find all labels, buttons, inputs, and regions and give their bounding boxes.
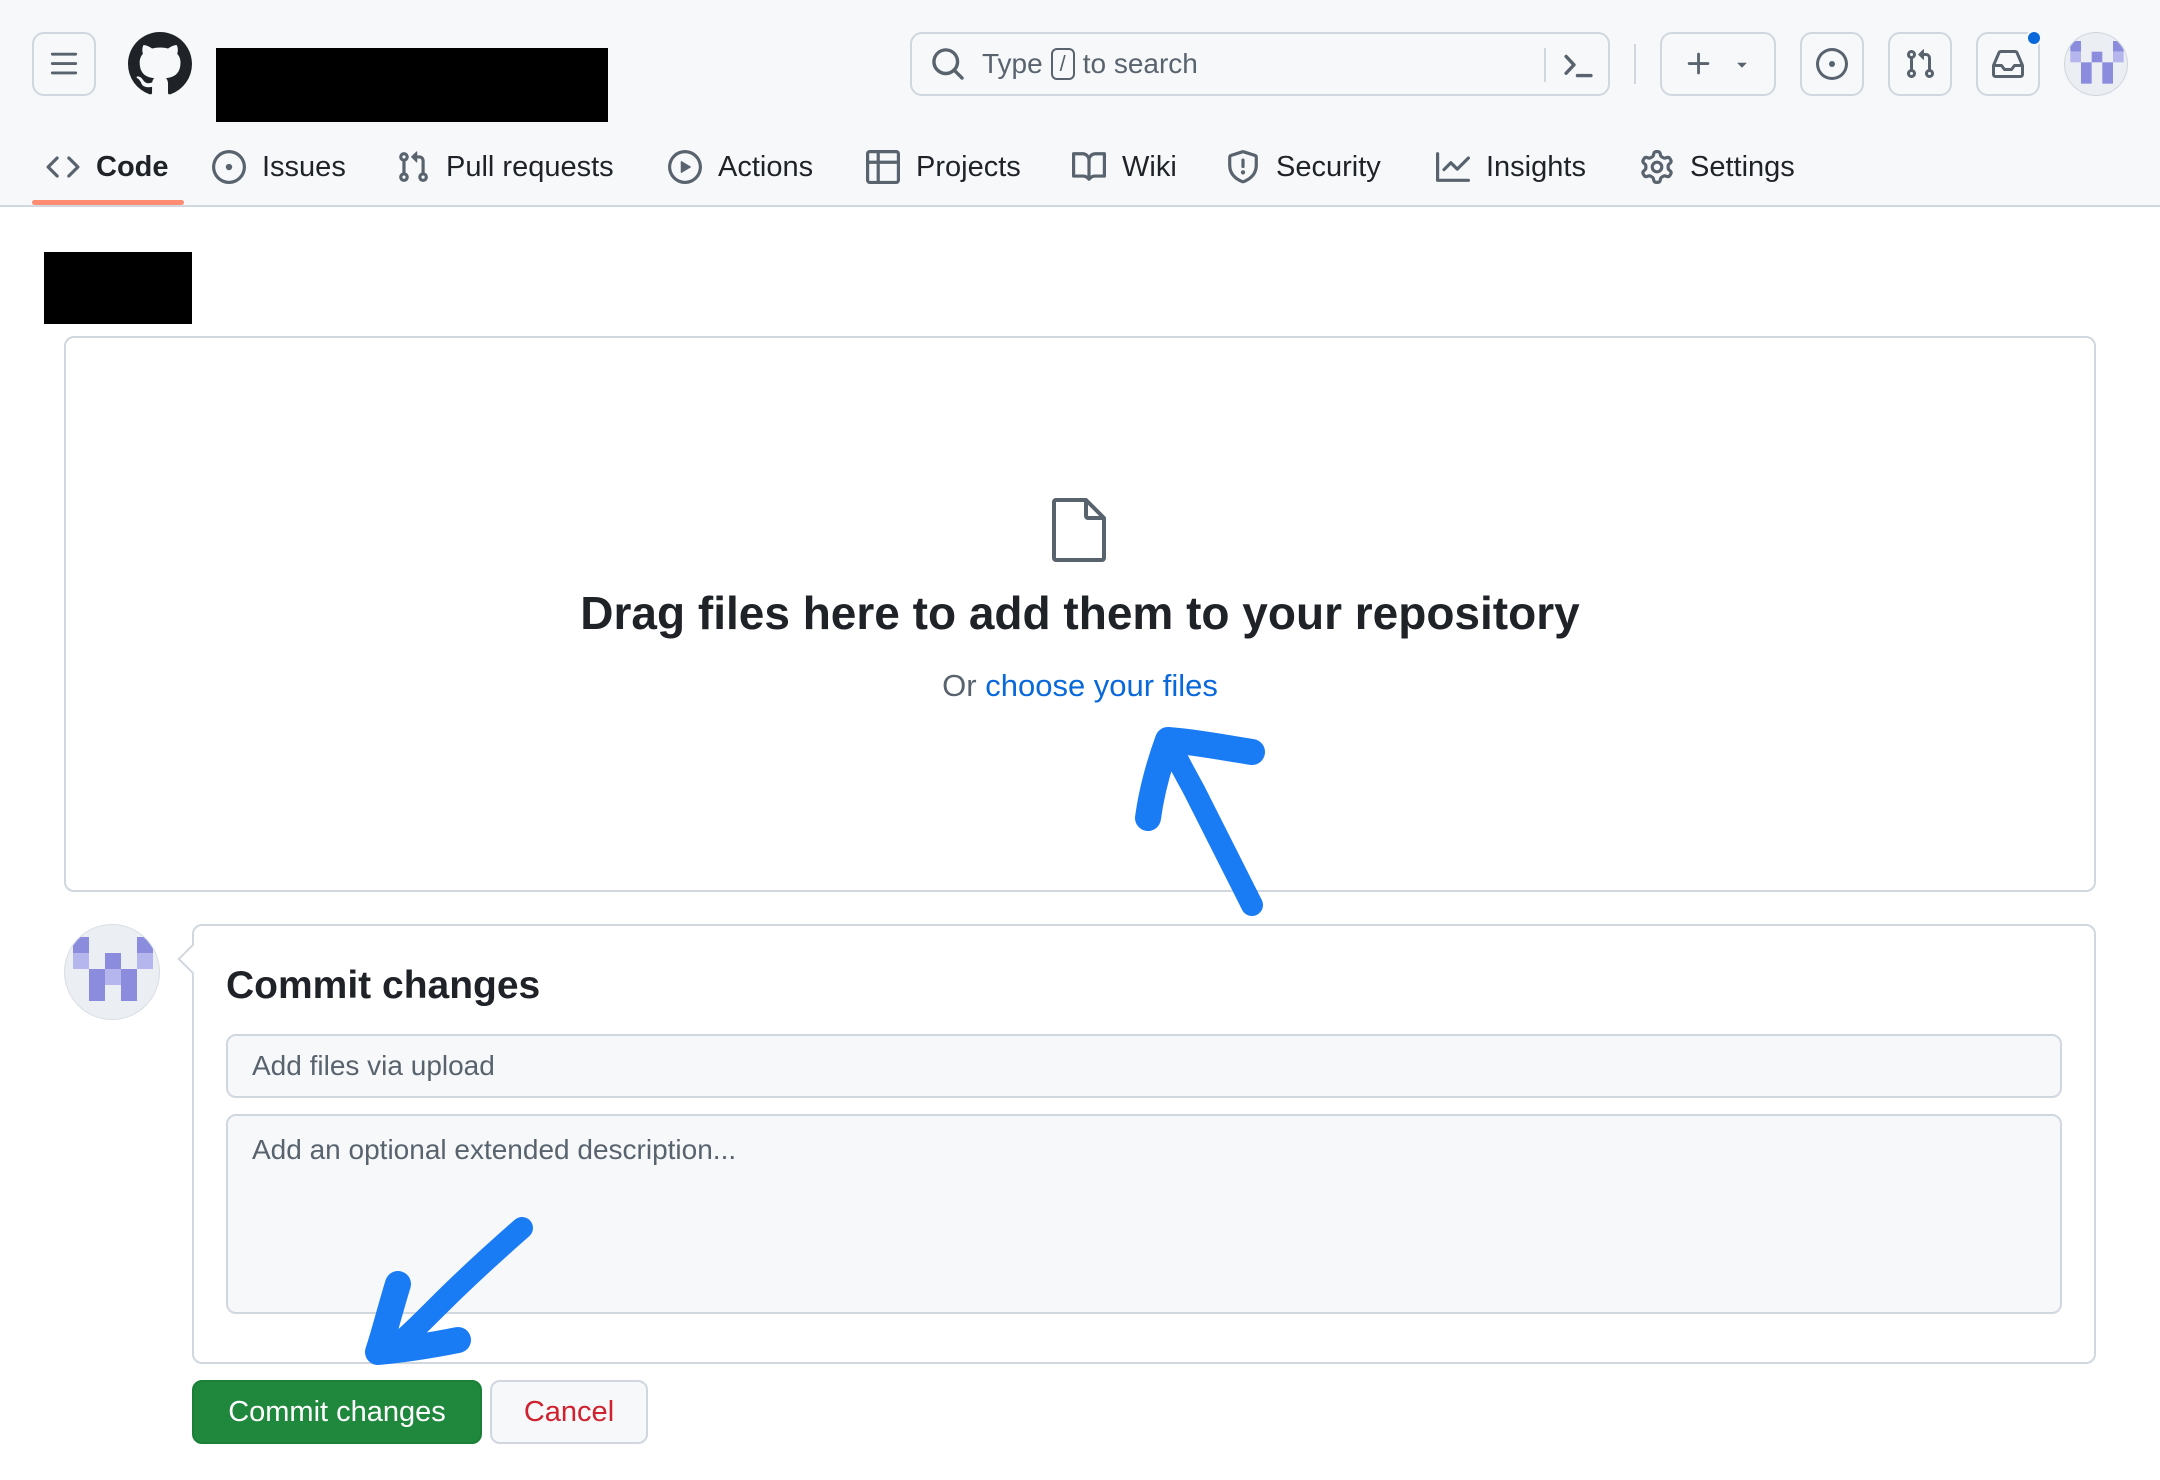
tab-label: Insights [1486, 150, 1586, 183]
slash-key-hint: / [1050, 48, 1075, 80]
identicon-avatar-icon [73, 937, 153, 1001]
tab-label: Projects [916, 150, 1021, 183]
search-prefix: Type [982, 48, 1043, 79]
tab-settings[interactable]: Settings [1640, 128, 1795, 206]
play-icon [668, 150, 702, 184]
committer-avatar [64, 924, 160, 1020]
tab-wiki[interactable]: Wiki [1072, 128, 1177, 206]
tab-label: Issues [262, 150, 346, 183]
repo-nav: Code Issues Pull requests Actions Projec… [0, 128, 2160, 206]
drop-zone-subtitle: Or choose your files [0, 668, 2160, 704]
drop-zone-title: Drag files here to add them to your repo… [580, 587, 1580, 639]
git-pull-request-icon [399, 151, 428, 182]
tab-label: Actions [718, 150, 814, 183]
commit-form-title: Commit changes [226, 964, 541, 1007]
commit-summary-input[interactable] [226, 1034, 2062, 1098]
search-placeholder: Type / to search [982, 48, 1198, 80]
tab-issues[interactable]: Issues [212, 128, 346, 206]
shield-icon [1228, 150, 1258, 184]
identicon-avatar-icon [2070, 41, 2124, 84]
commit-description-input[interactable] [226, 1114, 2062, 1314]
tab-label: Wiki [1122, 150, 1177, 183]
app-header: Type / to search Code Issues Pull reques… [0, 0, 2160, 207]
or-text: Or [942, 668, 977, 703]
tab-actions[interactable]: Actions [668, 128, 813, 206]
your-issues-button[interactable] [1800, 32, 1864, 96]
table-icon [866, 150, 900, 184]
user-avatar[interactable] [2064, 32, 2128, 96]
search-input[interactable]: Type / to search [910, 32, 1610, 96]
tab-security[interactable]: Security [1226, 128, 1381, 206]
issue-opened-icon [1816, 48, 1848, 80]
plus-icon [1687, 52, 1710, 75]
create-new-button[interactable] [1660, 32, 1776, 96]
search-icon [932, 48, 964, 80]
book-icon [1072, 152, 1106, 181]
redacted-path [44, 252, 192, 324]
code-icon [46, 156, 80, 178]
search-suffix: to search [1082, 48, 1198, 79]
triangle-down-icon [1737, 62, 1747, 68]
active-tab-indicator [32, 200, 184, 205]
header-separator [1634, 44, 1636, 84]
hamburger-icon [50, 52, 78, 75]
tab-label: Code [96, 150, 169, 183]
tab-code[interactable]: Code [46, 128, 169, 206]
hamburger-menu-button[interactable] [32, 32, 96, 96]
graph-icon [1436, 152, 1470, 182]
gear-icon [1641, 150, 1673, 184]
search-divider [1544, 48, 1546, 82]
tab-insights[interactable]: Insights [1436, 128, 1586, 206]
your-pull-requests-button[interactable] [1888, 32, 1952, 96]
issue-opened-icon [212, 150, 246, 184]
github-logo-icon[interactable] [128, 32, 192, 96]
redacted-repo-name [216, 48, 608, 122]
choose-files-link[interactable]: choose your files [985, 668, 1218, 703]
tab-label: Security [1276, 150, 1381, 183]
commit-changes-button[interactable]: Commit changes [192, 1380, 482, 1444]
command-palette-icon[interactable] [1560, 48, 1596, 84]
tab-label: Settings [1690, 150, 1795, 183]
git-pull-request-icon [1906, 49, 1935, 79]
tab-pull-requests[interactable]: Pull requests [396, 128, 614, 206]
unread-notification-dot [2026, 30, 2042, 46]
tab-projects[interactable]: Projects [866, 128, 1021, 206]
cancel-button[interactable]: Cancel [490, 1380, 648, 1444]
inbox-icon [1992, 50, 2024, 78]
file-icon [1052, 498, 1106, 562]
tab-label: Pull requests [446, 150, 614, 183]
header-top-row: Type / to search [0, 0, 2160, 128]
